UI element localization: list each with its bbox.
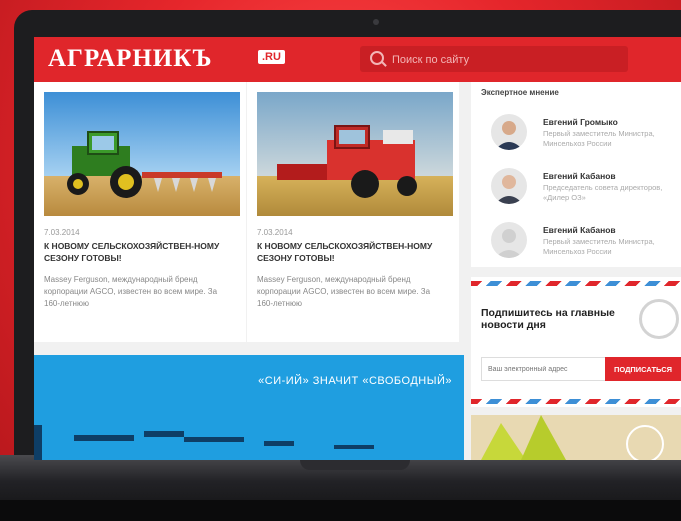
article-title[interactable]: К НОВОМУ СЕЛЬСКОХОЗЯЙСТВЕН-НОМУ СЕЗОНУ Г…	[44, 240, 234, 264]
combine-harvester-image[interactable]	[257, 92, 453, 216]
expert-item[interactable]: Евгений Кабанов Председатель совета дире…	[481, 168, 676, 214]
subscribe-title: Подпишитесь на главные новости дня	[481, 307, 615, 331]
subscribe-button[interactable]: ПОДПИСАТЬСЯ	[605, 357, 681, 381]
tractor-image[interactable]	[44, 92, 240, 216]
article-card[interactable]: 7.03.2014 К НОВОМУ СЕЛЬСКОХОЗЯЙСТВЕН-НОМ…	[34, 82, 246, 342]
panel-title: Экспертное мнение	[481, 88, 559, 97]
expert-name[interactable]: Евгений Кабанов	[543, 171, 616, 181]
article-date: 7.03.2014	[44, 228, 80, 237]
webcam	[373, 19, 379, 25]
promo-image[interactable]	[471, 415, 681, 460]
email-field[interactable]	[481, 357, 610, 381]
laptop-base-notch	[300, 460, 410, 470]
article-card[interactable]: 7.03.2014 К НОВОМУ СЕЛЬСКОХОЗЯЙСТВЕН-НОМ…	[247, 82, 459, 342]
avatar[interactable]	[491, 114, 527, 150]
expert-item[interactable]: Евгений Громыко Первый заместитель Минис…	[481, 114, 676, 160]
airmail-stripe	[471, 281, 681, 286]
article-date: 7.03.2014	[257, 228, 293, 237]
play-icon[interactable]	[626, 425, 664, 460]
expert-name[interactable]: Евгений Кабанов	[543, 225, 616, 235]
expert-opinion-panel: Экспертное мнение Евгений Громыко Первый…	[471, 82, 681, 267]
search-box[interactable]	[360, 46, 628, 72]
website-screen: АГРАРНИКЪ .RU Поиск по сайту 7.03.2014 К…	[34, 37, 681, 460]
article-excerpt: Massey Ferguson, международный бренд кор…	[257, 275, 431, 308]
laptop-shadow	[0, 500, 681, 521]
avatar[interactable]	[491, 168, 527, 204]
expert-role: Председатель совета директоров, «Дилер О…	[543, 183, 663, 202]
envelope-stamp-icon	[639, 299, 679, 339]
site-logo[interactable]: АГРАРНИКЪ	[48, 45, 213, 73]
site-header: АГРАРНИКЪ .RU	[34, 37, 681, 82]
expert-name[interactable]: Евгений Громыко	[543, 117, 618, 127]
promo-banner[interactable]: «СИ-ИЙ» ЗНАЧИТ «СВОБОДНЫЙ»	[34, 355, 464, 460]
logo-domain-badge: .RU	[258, 50, 285, 64]
search-input[interactable]	[390, 50, 614, 70]
article-title[interactable]: К НОВОМУ СЕЛЬСКОХОЗЯЙСТВЕН-НОМУ СЕЗОНУ Г…	[257, 240, 447, 264]
search-icon[interactable]	[370, 51, 384, 65]
expert-role: Первый заместитель Министра, Минсельхоз …	[543, 237, 655, 256]
airmail-stripe	[471, 399, 681, 404]
avatar-placeholder[interactable]	[491, 222, 527, 258]
article-excerpt: Massey Ferguson, международный бренд кор…	[44, 275, 218, 308]
expert-item[interactable]: Евгений Кабанов Первый заместитель Минис…	[481, 222, 676, 268]
expert-role: Первый заместитель Министра, Минсельхоз …	[543, 129, 655, 148]
subscribe-panel: Подпишитесь на главные новости дня ПОДПИ…	[471, 277, 681, 407]
